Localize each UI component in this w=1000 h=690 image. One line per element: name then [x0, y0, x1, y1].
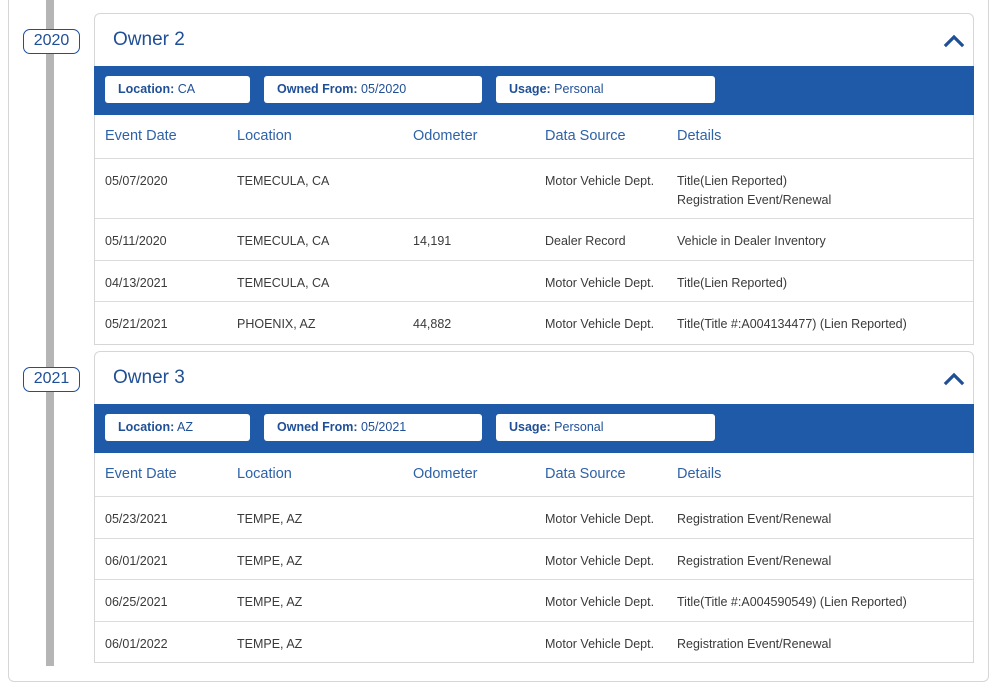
event-details: Title(Title #:A004134477) (Lien Reported… — [677, 317, 907, 331]
event-odometer: 44,882 — [413, 317, 452, 331]
event-details: Title(Title #:A004590549) (Lien Reported… — [677, 595, 907, 609]
chip-value: 05/2020 — [361, 82, 407, 96]
column-header-event-date: Event Date — [105, 128, 177, 144]
column-header-data-source: Data Source — [545, 128, 626, 144]
event-location: TEMPE, AZ — [237, 595, 303, 609]
table-row: 06/01/2021 TEMPE, AZ Motor Vehicle Dept.… — [95, 539, 973, 580]
column-header-odometer: Odometer — [413, 466, 478, 482]
event-details: Registration Event/Renewal — [677, 512, 832, 526]
chip-label: Usage: — [509, 420, 551, 434]
event-location: TEMECULA, CA — [237, 234, 330, 248]
table-row: 05/21/2021 PHOENIX, AZ 44,882 Motor Vehi… — [95, 302, 973, 344]
event-data-source: Motor Vehicle Dept. — [545, 554, 655, 568]
event-date: 06/01/2022 — [105, 637, 168, 651]
event-data-source: Dealer Record — [545, 234, 626, 248]
event-data-source: Motor Vehicle Dept. — [545, 637, 655, 651]
column-header-details: Details — [677, 128, 722, 144]
owner-header[interactable]: Owner 3 — [95, 352, 973, 404]
location-chip: Location: CA — [105, 76, 250, 103]
event-date: 05/21/2021 — [105, 317, 168, 331]
chip-value: AZ — [177, 420, 194, 434]
chip-value: Personal — [554, 82, 604, 96]
event-location: TEMECULA, CA — [237, 174, 330, 188]
table-header: Event Date Location Odometer Data Source… — [95, 115, 973, 159]
column-header-location: Location — [237, 466, 292, 482]
event-date: 04/13/2021 — [105, 276, 168, 290]
event-odometer: 14,191 — [413, 234, 452, 248]
event-location: PHOENIX, AZ — [237, 317, 316, 331]
chip-label: Owned From: — [277, 82, 358, 96]
year-badge-2021: 2021 — [23, 367, 80, 392]
chip-label: Usage: — [509, 82, 551, 96]
chevron-up-icon[interactable] — [943, 31, 965, 49]
owned-from-chip: Owned From: 05/2020 — [264, 76, 482, 103]
owner-title: Owner 2 — [113, 29, 185, 50]
event-details: Registration Event/Renewal — [677, 193, 832, 207]
event-details: Title(Lien Reported) — [677, 174, 788, 188]
usage-chip: Usage: Personal — [496, 414, 715, 441]
table-row: 05/07/2020 TEMECULA, CA Motor Vehicle De… — [95, 159, 973, 219]
column-header-odometer: Odometer — [413, 128, 478, 144]
event-data-source: Motor Vehicle Dept. — [545, 512, 655, 526]
owner-info-bar: Location: CA Owned From: 05/2020 Usage: … — [94, 66, 974, 115]
event-date: 06/01/2021 — [105, 554, 168, 568]
owner-title: Owner 3 — [113, 367, 185, 388]
table-row: 04/13/2021 TEMECULA, CA Motor Vehicle De… — [95, 261, 973, 302]
event-details: Title(Lien Reported) — [677, 276, 788, 290]
year-badge-2020: 2020 — [23, 29, 80, 54]
usage-chip: Usage: Personal — [496, 76, 715, 103]
event-data-source: Motor Vehicle Dept. — [545, 595, 655, 609]
chevron-up-icon[interactable] — [943, 369, 965, 387]
chip-value: Personal — [554, 420, 604, 434]
event-date: 05/11/2020 — [105, 234, 167, 248]
event-details: Registration Event/Renewal — [677, 554, 832, 568]
event-details: Vehicle in Dealer Inventory — [677, 234, 826, 248]
owned-from-chip: Owned From: 05/2021 — [264, 414, 482, 441]
column-header-details: Details — [677, 466, 722, 482]
table-row: 06/01/2022 TEMPE, AZ Motor Vehicle Dept.… — [95, 622, 973, 662]
event-date: 05/07/2020 — [105, 174, 168, 188]
owner-info-bar: Location: AZ Owned From: 05/2021 Usage: … — [94, 404, 974, 453]
chip-value: 05/2021 — [361, 420, 407, 434]
owner-card-3: Owner 3 Location: AZ Owned From: 05/2021… — [94, 351, 974, 663]
column-header-location: Location — [237, 128, 292, 144]
event-location: TEMPE, AZ — [237, 637, 303, 651]
event-date: 05/23/2021 — [105, 512, 168, 526]
location-chip: Location: AZ — [105, 414, 250, 441]
event-data-source: Motor Vehicle Dept. — [545, 276, 655, 290]
owner-card-2: Owner 2 Location: CA Owned From: 05/2020… — [94, 13, 974, 345]
column-header-data-source: Data Source — [545, 466, 626, 482]
event-location: TEMPE, AZ — [237, 512, 303, 526]
table-header: Event Date Location Odometer Data Source… — [95, 453, 973, 497]
table-row: 06/25/2021 TEMPE, AZ Motor Vehicle Dept.… — [95, 580, 973, 622]
event-date: 06/25/2021 — [105, 595, 168, 609]
chip-value: CA — [177, 82, 196, 96]
chip-label: Location: — [118, 82, 175, 96]
event-location: TEMECULA, CA — [237, 276, 330, 290]
event-data-source: Motor Vehicle Dept. — [545, 174, 655, 188]
table-row: 05/11/2020 TEMECULA, CA 14,191 Dealer Re… — [95, 219, 973, 261]
chip-label: Location: — [118, 420, 175, 434]
table-row: 05/23/2021 TEMPE, AZ Motor Vehicle Dept.… — [95, 497, 973, 539]
timeline-line — [46, 0, 54, 666]
event-location: TEMPE, AZ — [237, 554, 303, 568]
chip-label: Owned From: — [277, 420, 358, 434]
event-data-source: Motor Vehicle Dept. — [545, 317, 655, 331]
owner-header[interactable]: Owner 2 — [95, 14, 973, 66]
column-header-event-date: Event Date — [105, 466, 177, 482]
event-details: Registration Event/Renewal — [677, 637, 832, 651]
